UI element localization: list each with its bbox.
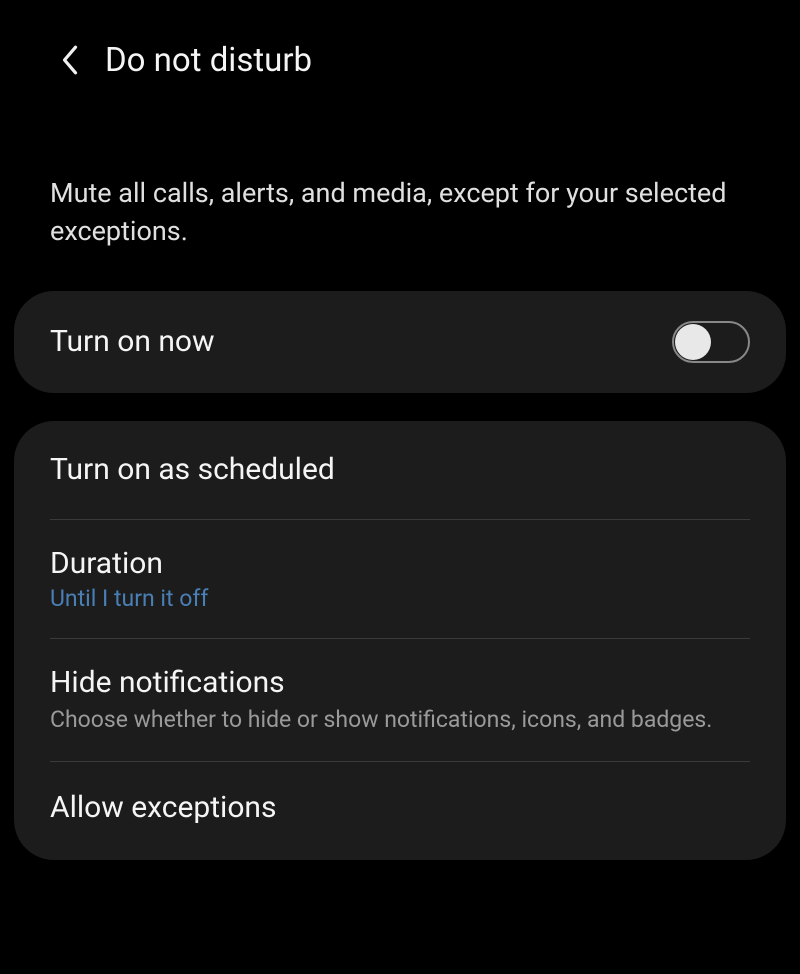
duration-row[interactable]: Duration Until I turn it off: [14, 520, 786, 638]
toggle-knob: [675, 324, 711, 360]
turn-on-now-label: Turn on now: [50, 324, 672, 359]
allow-exceptions-label: Allow exceptions: [50, 790, 750, 825]
settings-card: Turn on as scheduled Duration Until I tu…: [14, 421, 786, 860]
allow-exceptions-row[interactable]: Allow exceptions: [14, 762, 786, 860]
hide-notifications-description: Choose whether to hide or show notificat…: [50, 704, 750, 735]
duration-value: Until I turn it off: [50, 585, 750, 612]
scheduled-label: Turn on as scheduled: [50, 452, 750, 487]
scheduled-row[interactable]: Turn on as scheduled: [14, 421, 786, 519]
hide-notifications-label: Hide notifications: [50, 665, 750, 700]
turn-on-now-toggle[interactable]: [672, 321, 750, 363]
page-title: Do not disturb: [105, 41, 312, 80]
turn-on-now-card: Turn on now: [14, 291, 786, 393]
duration-label: Duration: [50, 546, 750, 581]
hide-notifications-row[interactable]: Hide notifications Choose whether to hid…: [14, 639, 786, 761]
turn-on-now-row[interactable]: Turn on now: [14, 291, 786, 393]
header: Do not disturb: [0, 0, 800, 110]
back-icon[interactable]: [50, 40, 90, 80]
page-description: Mute all calls, alerts, and media, excep…: [0, 110, 800, 291]
